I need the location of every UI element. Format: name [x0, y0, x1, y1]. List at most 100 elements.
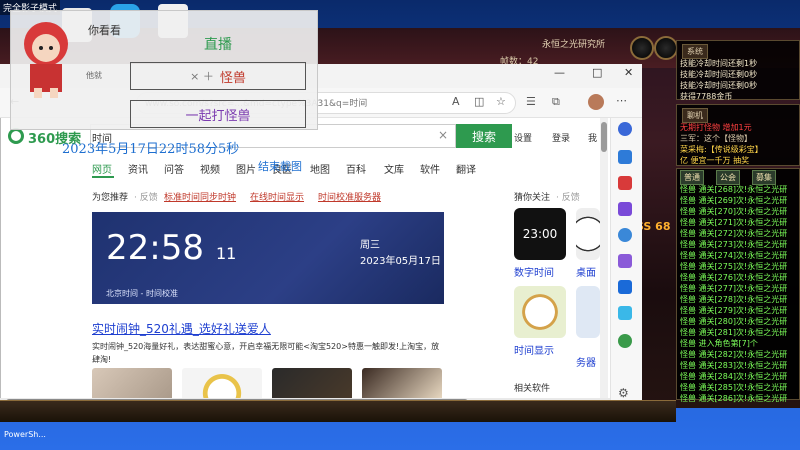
chat-line: 怪兽 通关[270]次!永恒之光研: [680, 207, 788, 216]
vertical-scroll-thumb[interactable]: [601, 122, 607, 152]
related-software: 相关软件: [514, 384, 551, 394]
chat-line: 怪兽 通关[272]次!永恒之光研: [680, 229, 788, 238]
guess-feedback-link[interactable]: · 反馈: [556, 190, 580, 203]
game-system-tab[interactable]: 系统: [682, 44, 708, 59]
login-link[interactable]: 登录: [552, 131, 570, 144]
toolbox-icon[interactable]: [618, 176, 632, 190]
favorite-icon[interactable]: ☆: [496, 95, 506, 108]
vertical-scrollbar[interactable]: [600, 118, 608, 398]
logo-icon[interactable]: [8, 128, 24, 144]
app-label[interactable]: 桌面: [576, 264, 596, 279]
settings-link[interactable]: 设置: [514, 131, 532, 144]
send-icon[interactable]: [618, 306, 632, 320]
people-icon[interactable]: [618, 202, 632, 216]
chat-secondary-line: 亿 便宜一千万 抽奖: [680, 156, 750, 165]
profile-avatar[interactable]: [588, 94, 604, 110]
chat-tab-recruit[interactable]: 募集: [752, 170, 776, 185]
chat-line: 怪兽 通关[268]次!永恒之光研: [680, 185, 788, 194]
guess-title: 猜你关注: [514, 193, 551, 203]
game-bottom-hud: [0, 400, 676, 422]
collections-icon[interactable]: ⧉: [552, 95, 560, 109]
app-tile-time-display[interactable]: [514, 286, 566, 338]
game-minimap-button[interactable]: [630, 36, 654, 60]
maximize-button[interactable]: □: [592, 66, 602, 79]
app-tile-digital-clock[interactable]: 23:00: [514, 208, 566, 260]
tab-map[interactable]: 地图: [310, 161, 330, 176]
app-label[interactable]: 务器: [576, 354, 596, 369]
outlook-icon[interactable]: [618, 280, 632, 294]
overlay-datetime: 2023年5月17日22时58分5秒: [62, 142, 240, 157]
app-label[interactable]: 数字时间: [514, 264, 554, 279]
sidebar-settings-icon[interactable]: ⚙: [618, 386, 632, 400]
close-button[interactable]: ✕: [624, 66, 633, 79]
games-icon[interactable]: [618, 254, 632, 268]
game-chat-secondary-tab[interactable]: 聊机: [682, 108, 708, 123]
app-tile-desktop-clock[interactable]: [576, 208, 600, 260]
tab-images[interactable]: 图片: [236, 161, 256, 176]
minimize-button[interactable]: —: [554, 66, 565, 79]
tab-video[interactable]: 视频: [200, 161, 220, 176]
active-tab-indicator: [92, 176, 114, 178]
split-screen-icon[interactable]: ◫: [474, 95, 484, 108]
game-menu-button[interactable]: [654, 36, 678, 60]
recommend-link[interactable]: 在线时间显示: [250, 190, 304, 203]
clock-date: 2023年05月17日: [360, 256, 441, 267]
chat-line: 怪兽 通关[283]次!永恒之光研: [680, 361, 788, 370]
promo-title-link[interactable]: 实时闹钟_520礼遇_选好礼送爱人: [92, 320, 271, 337]
chat-secondary-line: 菜采梅:【传说级彩宝】: [680, 145, 763, 154]
chat-line: 怪兽 通关[278]次!永恒之光研: [680, 295, 788, 304]
clock-time: 22:58: [106, 228, 204, 268]
favorites-list-icon[interactable]: ☰: [526, 95, 536, 108]
chat-secondary-line: 三军：这个【怪物】: [680, 134, 752, 143]
system-message: 技能冷却时间还剩0秒: [680, 70, 758, 79]
clock-weekday: 周三: [360, 240, 380, 251]
chat-tab-guild[interactable]: 公会: [716, 170, 740, 185]
feedback-link[interactable]: · 反馈: [134, 190, 158, 203]
system-message: 技能冷却时间还剩1秒: [680, 59, 758, 68]
chat-line: 怪兽 进入角色第[7]个: [680, 339, 758, 348]
anime-character-icon: [24, 22, 68, 98]
chat-line: 怪兽 通关[276]次!永恒之光研: [680, 273, 788, 282]
add-icon: × ＋: [190, 70, 214, 83]
tab-baike[interactable]: 百科: [346, 161, 366, 176]
chat-line: 怪兽 通关[286]次!永恒之光研: [680, 394, 788, 403]
popup-heading: 直播: [204, 37, 232, 53]
copilot-icon[interactable]: [618, 228, 632, 242]
search-button[interactable]: 搜索: [456, 124, 512, 148]
app-tile-server[interactable]: [576, 286, 600, 338]
more-link[interactable]: 我: [588, 131, 597, 144]
clock-footer[interactable]: 北京时间 - 时间校准: [106, 288, 178, 299]
recommend-label: 为您推荐: [92, 193, 129, 203]
tag-icon[interactable]: [618, 150, 632, 164]
tab-web[interactable]: 网页: [92, 161, 112, 176]
read-aloud-icon[interactable]: A: [452, 95, 460, 108]
tab-translate[interactable]: 翻译: [456, 161, 476, 176]
chat-line: 怪兽 通关[284]次!永恒之光研: [680, 372, 788, 381]
more-options-icon[interactable]: ⋯: [616, 94, 627, 107]
clock-seconds: 11: [216, 244, 237, 263]
game-server-name: 永恒之光研究所: [542, 40, 606, 50]
tab-qa[interactable]: 问答: [164, 161, 184, 176]
chat-tab-normal[interactable]: 普通: [680, 170, 704, 185]
chat-line: 怪兽 通关[275]次!永恒之光研: [680, 262, 788, 271]
monster-button[interactable]: × ＋ 怪兽: [130, 62, 306, 90]
search-icon[interactable]: [618, 122, 632, 136]
chat-secondary-line: 无期打怪物 增加1元: [680, 123, 752, 132]
tree-icon[interactable]: [618, 334, 632, 348]
tab-news[interactable]: 资讯: [128, 161, 148, 176]
recommend-link[interactable]: 时间校准服务器: [318, 190, 381, 203]
app-label[interactable]: 时间显示: [514, 342, 554, 357]
clear-search-icon[interactable]: ×: [438, 128, 448, 142]
tab-docs[interactable]: 文库: [384, 161, 404, 176]
chat-line: 怪兽 通关[281]次!永恒之光研: [680, 328, 788, 337]
popup-question: 你看看: [88, 24, 121, 37]
recommend-link[interactable]: 标准时间同步时钟: [164, 190, 236, 203]
taskbar-powershell-label[interactable]: PowerSh...: [4, 430, 46, 439]
system-message: 获得7788金币: [680, 92, 733, 101]
end-screenshot-button[interactable]: 结束截图: [258, 158, 302, 174]
chat-line: 怪兽 通关[274]次!永恒之光研: [680, 251, 788, 260]
tab-software[interactable]: 软件: [420, 161, 440, 176]
fight-monster-button[interactable]: 一起打怪兽: [130, 100, 306, 128]
chat-line: 怪兽 通关[277]次!永恒之光研: [680, 284, 788, 293]
chat-line: 怪兽 通关[271]次!永恒之光研: [680, 218, 788, 227]
